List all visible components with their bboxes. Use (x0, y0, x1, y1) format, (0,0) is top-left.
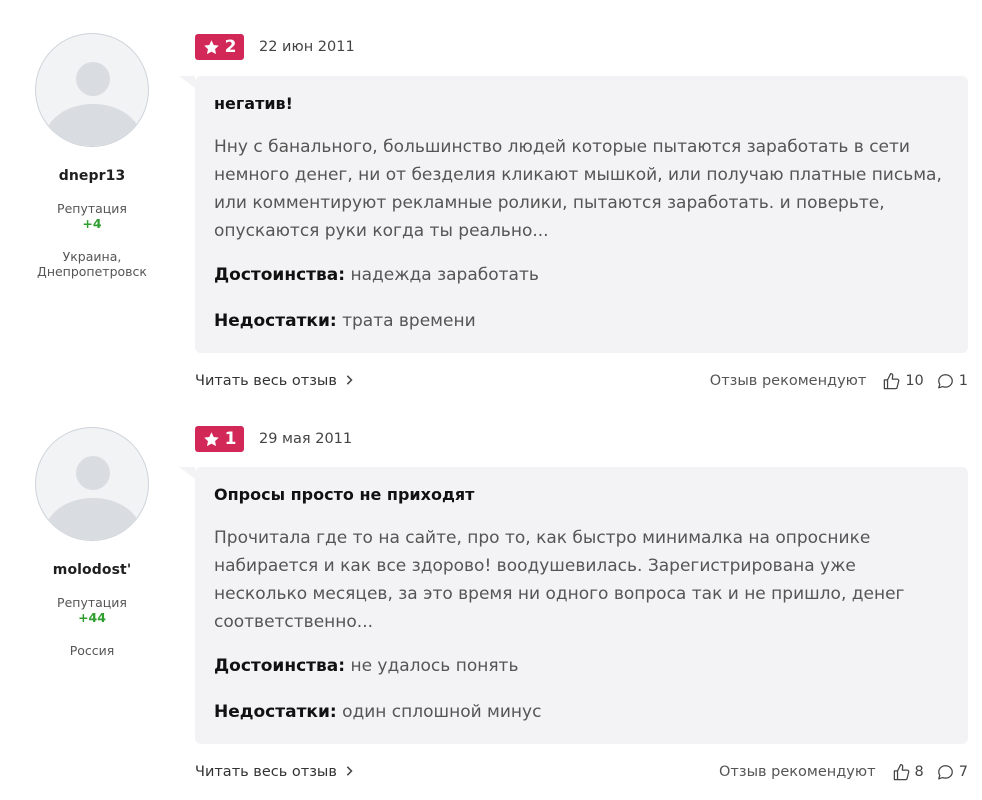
review-title[interactable]: Опросы просто не приходят (214, 485, 949, 504)
reputation-value: +44 (78, 610, 106, 625)
review-text: Прочитала где то на сайте, про то, как б… (214, 528, 905, 632)
avatar-body (45, 498, 141, 540)
rating-row: 1 29 мая 2011 (195, 426, 352, 452)
thumbs-up-icon (882, 372, 901, 391)
cons-text: трата времени (342, 311, 476, 331)
review-card: негатив! Нну с банального, большинство л… (195, 76, 968, 353)
review-card: Опросы просто не приходят Прочитала где … (195, 467, 968, 744)
avatar-head (76, 62, 110, 96)
rating-row: 2 22 июн 2011 (195, 34, 355, 60)
author-location: Украина, Днепропетровск (37, 249, 147, 279)
read-more-label: Читать весь отзыв (195, 764, 337, 780)
review-cons: Недостатки: один сплошной минус (214, 698, 949, 726)
pros-text: надежда заработать (350, 265, 539, 285)
cons-label: Недостатки: (214, 702, 337, 722)
like-count: 10 (905, 373, 924, 389)
read-more-link[interactable]: Читать весь отзыв (195, 373, 353, 389)
avatar-body (45, 104, 141, 146)
comment-count: 7 (958, 764, 968, 780)
rating-value: 1 (224, 429, 237, 449)
star-icon (203, 431, 220, 448)
thumbs-up-icon (892, 763, 911, 782)
avatar-head (76, 456, 110, 490)
like-button[interactable]: 8 (892, 763, 924, 782)
review-footer: Читать весь отзыв Отзыв рекомендуют 8 7 (195, 760, 968, 784)
cons-label: Недостатки: (214, 311, 337, 331)
comment-icon (936, 372, 955, 391)
avatar[interactable] (35, 33, 149, 147)
reputation-label: Репутация (57, 595, 127, 610)
review-cons: Недостатки: трата времени (214, 307, 949, 335)
review-pros: Достоинства: надежда заработать (214, 261, 949, 289)
review-date: 22 июн 2011 (259, 39, 355, 55)
review-author: dnepr13 Репутация +4 Украина, Днепропетр… (18, 33, 166, 279)
comment-icon (936, 763, 955, 782)
recommend-label: Отзыв рекомендуют (719, 764, 876, 780)
review-pros: Достоинства: не удалось понять (214, 652, 949, 680)
star-icon (203, 39, 220, 56)
rating-badge: 1 (195, 426, 244, 452)
review-date: 29 мая 2011 (259, 431, 353, 447)
like-count: 8 (914, 764, 924, 780)
author-name[interactable]: dnepr13 (18, 168, 166, 184)
review-footer: Читать весь отзыв Отзыв рекомендуют 10 1 (195, 369, 968, 393)
reputation-value: +4 (82, 216, 102, 231)
comment-button[interactable]: 7 (936, 763, 968, 782)
rating-value: 2 (224, 37, 237, 57)
comment-count: 1 (958, 373, 968, 389)
cons-text: один сплошной минус (342, 702, 542, 722)
rating-badge: 2 (195, 34, 244, 60)
like-button[interactable]: 10 (882, 372, 924, 391)
pros-label: Достоинства: (214, 656, 346, 676)
chevron-right-icon (345, 374, 353, 389)
author-name[interactable]: molodost' (18, 562, 166, 578)
reputation-label: Репутация (57, 201, 127, 216)
pros-text: не удалось понять (350, 656, 519, 676)
recommend-label: Отзыв рекомендуют (709, 373, 867, 389)
author-location: Россия (69, 643, 115, 658)
avatar[interactable] (35, 427, 149, 541)
chevron-right-icon (345, 765, 353, 780)
review-text: Нну с банального, большинство людей кото… (214, 137, 942, 241)
read-more-label: Читать весь отзыв (195, 373, 337, 389)
comment-button[interactable]: 1 (936, 372, 968, 391)
review-author: molodost' Репутация +44 Россия (18, 427, 166, 658)
pros-label: Достоинства: (214, 265, 346, 285)
review-title[interactable]: негатив! (214, 94, 949, 113)
read-more-link[interactable]: Читать весь отзыв (195, 764, 353, 780)
